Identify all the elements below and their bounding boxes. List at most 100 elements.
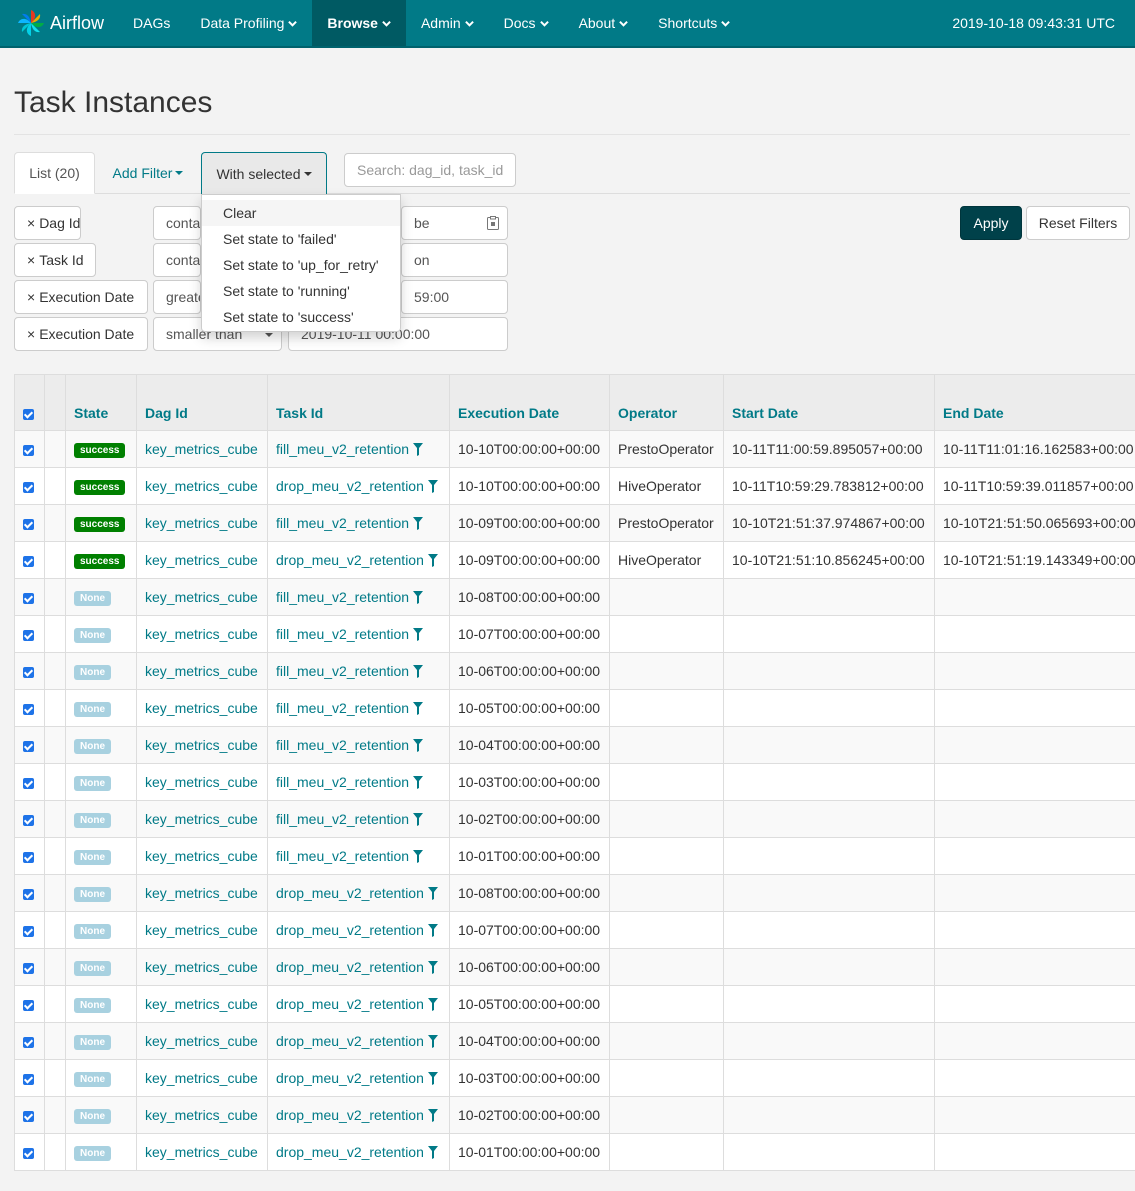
- row-select-cell[interactable]: [14, 578, 45, 616]
- dag-id-link[interactable]: key_metrics_cube: [145, 848, 258, 864]
- filter-icon[interactable]: [427, 1146, 438, 1159]
- row-select-cell[interactable]: [14, 615, 45, 653]
- filter-icon[interactable]: [413, 517, 424, 530]
- row-checkbox[interactable]: [23, 1073, 34, 1085]
- row-select-cell[interactable]: [14, 948, 45, 986]
- row-checkbox[interactable]: [23, 925, 34, 937]
- filter-icon[interactable]: [427, 1072, 438, 1085]
- row-checkbox[interactable]: [23, 703, 34, 715]
- dag-id-link[interactable]: key_metrics_cube: [145, 515, 258, 531]
- menu-item-set-state[interactable]: Set state to 'running': [202, 278, 400, 304]
- nav-item-browse[interactable]: Browse: [312, 0, 406, 46]
- dag-id-link[interactable]: key_metrics_cube: [145, 737, 258, 753]
- task-id-link[interactable]: fill_meu_v2_retention: [276, 774, 409, 790]
- filter-icon[interactable]: [427, 480, 438, 493]
- remove-filter-task-id-button[interactable]: × Task Id: [14, 243, 96, 277]
- filter-value-input[interactable]: on: [401, 243, 508, 277]
- remove-filter-dag-id-button[interactable]: × Dag Id: [14, 206, 81, 240]
- filter-icon[interactable]: [413, 776, 424, 789]
- row-select-cell[interactable]: [14, 652, 45, 690]
- dag-id-link[interactable]: key_metrics_cube: [145, 959, 258, 975]
- filter-icon[interactable]: [427, 1109, 438, 1122]
- menu-item-set-state[interactable]: Set state to 'failed': [202, 226, 400, 252]
- task-id-link[interactable]: drop_meu_v2_retention: [276, 478, 424, 494]
- row-select-cell[interactable]: [14, 726, 45, 764]
- nav-item-dags[interactable]: DAGs: [118, 0, 185, 46]
- row-select-cell[interactable]: [14, 1096, 45, 1134]
- task-id-link[interactable]: drop_meu_v2_retention: [276, 1070, 424, 1086]
- filter-icon[interactable]: [427, 887, 438, 900]
- filter-operator-select[interactable]: conta: [153, 243, 201, 277]
- menu-item-set-state[interactable]: Set state to 'success': [202, 304, 400, 330]
- dag-id-link[interactable]: key_metrics_cube: [145, 811, 258, 827]
- row-select-cell[interactable]: [14, 1059, 45, 1097]
- row-select-cell[interactable]: [14, 763, 45, 801]
- filter-icon[interactable]: [427, 998, 438, 1011]
- row-checkbox[interactable]: [23, 1036, 34, 1048]
- remove-filter-execution-date-button[interactable]: × Execution Date: [14, 317, 148, 351]
- nav-item-docs[interactable]: Docs: [489, 0, 564, 46]
- row-select-cell[interactable]: [14, 1022, 45, 1060]
- task-id-link[interactable]: fill_meu_v2_retention: [276, 626, 409, 642]
- task-id-link[interactable]: fill_meu_v2_retention: [276, 848, 409, 864]
- row-select-cell[interactable]: [14, 467, 45, 505]
- filter-icon[interactable]: [413, 443, 424, 456]
- column-header-end-date[interactable]: End Date: [934, 374, 1135, 431]
- filter-icon[interactable]: [427, 961, 438, 974]
- filter-icon[interactable]: [413, 628, 424, 641]
- nav-item-about[interactable]: About: [564, 0, 644, 46]
- row-select-cell[interactable]: [14, 541, 45, 579]
- task-id-link[interactable]: drop_meu_v2_retention: [276, 1033, 424, 1049]
- task-id-link[interactable]: fill_meu_v2_retention: [276, 663, 409, 679]
- row-select-cell[interactable]: [14, 1133, 45, 1171]
- row-select-cell[interactable]: [14, 800, 45, 838]
- row-checkbox[interactable]: [23, 962, 34, 974]
- row-select-cell[interactable]: [14, 430, 45, 468]
- column-header-execution-date[interactable]: Execution Date: [449, 374, 610, 431]
- row-checkbox[interactable]: [23, 555, 34, 567]
- task-id-link[interactable]: drop_meu_v2_retention: [276, 1107, 424, 1123]
- tab-list[interactable]: List (20): [14, 152, 95, 194]
- search-input[interactable]: [344, 153, 516, 187]
- row-checkbox[interactable]: [23, 1147, 34, 1159]
- filter-icon[interactable]: [413, 739, 424, 752]
- apply-button[interactable]: Apply: [960, 206, 1022, 240]
- row-select-cell[interactable]: [14, 689, 45, 727]
- select-all-cell[interactable]: [14, 374, 45, 431]
- row-checkbox[interactable]: [23, 999, 34, 1011]
- row-checkbox[interactable]: [23, 444, 34, 456]
- task-id-link[interactable]: drop_meu_v2_retention: [276, 552, 424, 568]
- row-select-cell[interactable]: [14, 874, 45, 912]
- task-id-link[interactable]: drop_meu_v2_retention: [276, 885, 424, 901]
- task-id-link[interactable]: fill_meu_v2_retention: [276, 441, 409, 457]
- filter-icon[interactable]: [427, 924, 438, 937]
- row-checkbox[interactable]: [23, 481, 34, 493]
- menu-item-clear[interactable]: Clear: [202, 200, 400, 226]
- row-checkbox[interactable]: [23, 777, 34, 789]
- nav-item-shortcuts[interactable]: Shortcuts: [643, 0, 745, 46]
- column-header-operator[interactable]: Operator: [609, 374, 724, 431]
- row-checkbox[interactable]: [23, 888, 34, 900]
- row-select-cell[interactable]: [14, 911, 45, 949]
- dag-id-link[interactable]: key_metrics_cube: [145, 552, 258, 568]
- select-all-checkbox[interactable]: [23, 408, 34, 420]
- column-header-state[interactable]: State: [65, 374, 137, 431]
- filter-icon[interactable]: [427, 1035, 438, 1048]
- filter-value-input[interactable]: be: [401, 206, 508, 240]
- column-header-task-id[interactable]: Task Id: [267, 374, 450, 431]
- menu-item-set-state[interactable]: Set state to 'up_for_retry': [202, 252, 400, 278]
- task-id-link[interactable]: fill_meu_v2_retention: [276, 700, 409, 716]
- row-select-cell[interactable]: [14, 985, 45, 1023]
- dag-id-link[interactable]: key_metrics_cube: [145, 996, 258, 1012]
- filter-icon[interactable]: [413, 591, 424, 604]
- filter-value-input[interactable]: 59:00: [401, 280, 508, 314]
- filter-icon[interactable]: [413, 702, 424, 715]
- filter-icon[interactable]: [413, 665, 424, 678]
- nav-item-admin[interactable]: Admin: [406, 0, 489, 46]
- row-checkbox[interactable]: [23, 740, 34, 752]
- dag-id-link[interactable]: key_metrics_cube: [145, 885, 258, 901]
- task-id-link[interactable]: drop_meu_v2_retention: [276, 922, 424, 938]
- dag-id-link[interactable]: key_metrics_cube: [145, 774, 258, 790]
- reset-filters-button[interactable]: Reset Filters: [1026, 206, 1130, 240]
- task-id-link[interactable]: fill_meu_v2_retention: [276, 737, 409, 753]
